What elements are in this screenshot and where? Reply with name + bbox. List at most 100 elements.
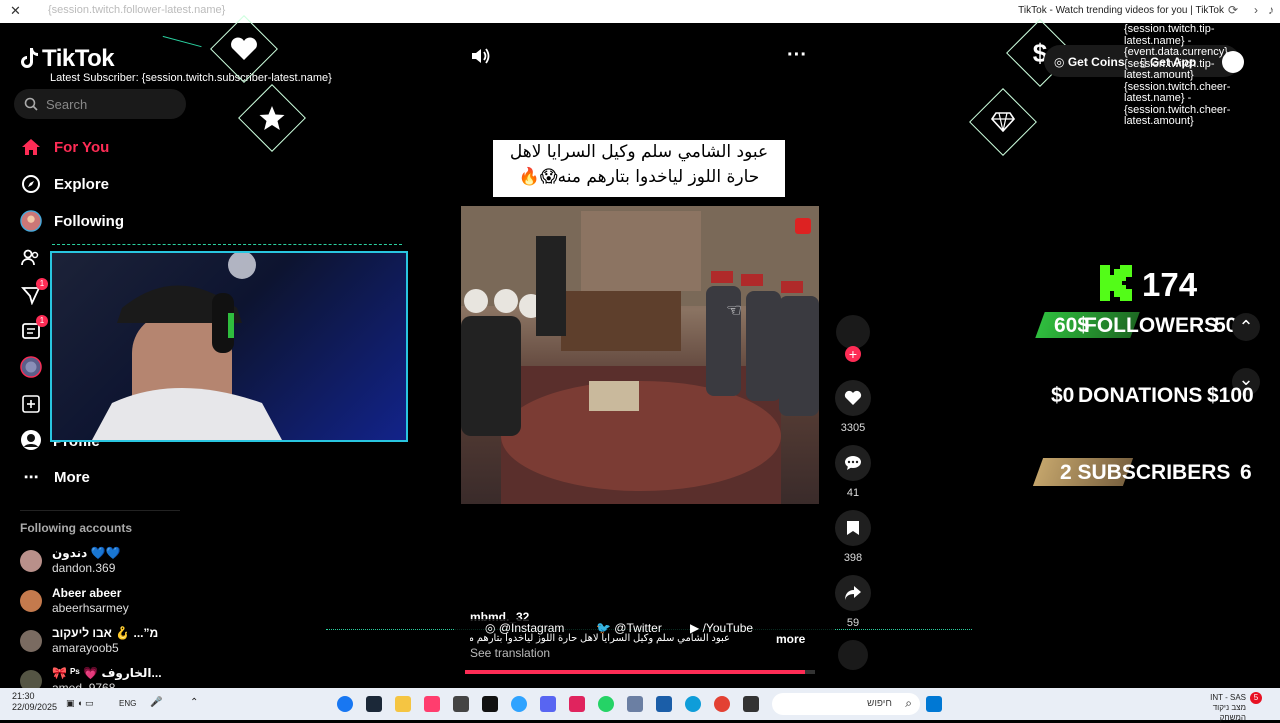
tip-line: latest.amount} (1124, 115, 1194, 127)
nav-label: Following (54, 212, 124, 230)
like-count: 3305 (840, 422, 866, 434)
app-icon[interactable] (424, 696, 440, 712)
windows-start-icon[interactable] (926, 696, 942, 712)
account-name: Abeer abeer (52, 586, 122, 600)
search-placeholder: Search (46, 97, 88, 112)
notification-badge[interactable]: 5 (1250, 692, 1262, 704)
video-caption-box: عبود الشامي سلم وكيل السرايا لاهل حارة ا… (493, 140, 785, 197)
overlay-line (162, 35, 202, 49)
share-icon (845, 586, 861, 600)
messages-icon[interactable]: 1 (20, 278, 48, 306)
edge-icon[interactable] (685, 696, 701, 712)
video-frame (461, 206, 819, 504)
whatsapp-icon[interactable] (598, 696, 614, 712)
inbox-badge: 1 (36, 315, 48, 327)
volume-icon[interactable] (470, 46, 492, 71)
taskbar-search[interactable]: חיפוש ⌕ (772, 693, 920, 715)
comment-button[interactable]: 41 (833, 445, 873, 499)
steam-icon[interactable] (366, 696, 382, 712)
like-button[interactable]: 3305 (833, 380, 873, 434)
music-disc-icon[interactable] (838, 640, 868, 670)
comment-count: 41 (846, 487, 860, 499)
store-icon[interactable] (656, 696, 672, 712)
video-description: عبود الشامي سلم وكيل السرايا لاهل حارة ا… (470, 633, 730, 644)
mouse-cursor-icon: ☜ (726, 300, 743, 320)
adobe-icon[interactable] (569, 696, 585, 712)
home-icon (20, 136, 42, 158)
save-button[interactable]: 398 (833, 510, 873, 564)
forward-icon[interactable]: › (1254, 3, 1258, 17)
tiktok-logo-icon (21, 48, 38, 68)
follow-plus-icon[interactable]: + (845, 346, 861, 362)
mic-icon[interactable]: 🎤 (150, 697, 162, 708)
obs-icon[interactable] (453, 696, 469, 712)
clock-time: 21:30 (12, 691, 35, 701)
share-count: 59 (846, 617, 860, 629)
tiktok-favicon-icon: ♪ (1268, 3, 1274, 17)
tip-line: {event.data.currency} (1124, 46, 1228, 58)
creator-avatar[interactable] (836, 315, 870, 349)
video-player[interactable] (461, 206, 819, 504)
following-avatar-icon (20, 210, 42, 232)
overlay-ghost-text: {session.twitch.follower-latest.name} (48, 4, 226, 16)
search-input[interactable]: Search (14, 89, 186, 119)
file-explorer-icon[interactable] (395, 696, 411, 712)
donations-label: DONATIONS (1078, 384, 1203, 407)
refresh-app-icon[interactable] (511, 696, 527, 712)
sidebar-divider (20, 510, 180, 511)
subscribers-label: 2 SUBSCRIBERS (1060, 461, 1231, 484)
refresh-icon[interactable]: ⟳ (1228, 3, 1238, 17)
tip-cheer-overlay: {session.twitch.tip- latest.name} - {eve… (1124, 23, 1274, 128)
profile-icon[interactable] (20, 429, 42, 451)
terminal-icon[interactable] (743, 696, 759, 712)
discord-icon[interactable] (540, 696, 556, 712)
inbox-icon[interactable]: 1 (20, 315, 48, 343)
nav-label: More (54, 468, 90, 486)
subscribers-goal: 6 (1240, 461, 1252, 484)
scroll-up-button[interactable]: ⌃ (1232, 313, 1260, 341)
friends-icon[interactable] (20, 247, 42, 269)
star-diamond-badge (238, 84, 306, 152)
bookmark-icon (847, 521, 859, 535)
calculator-icon[interactable] (627, 696, 643, 712)
nav-for-you[interactable]: For You (20, 133, 109, 161)
account-name: دندون 💙💙 (52, 546, 121, 560)
tiktok-logo[interactable]: TikTok (20, 45, 115, 73)
more-dots-icon: ⋯ (23, 469, 39, 486)
close-tab-icon[interactable]: ✕ (10, 3, 21, 19)
search-icon (24, 97, 38, 111)
more-options-icon[interactable]: ··· (787, 44, 807, 67)
logo-text: TikTok (42, 45, 115, 72)
account-handle: amarayoob5 (52, 641, 119, 655)
avatar (20, 630, 42, 652)
facebook-icon[interactable] (337, 696, 353, 712)
avatar (20, 550, 42, 572)
video-progress-track[interactable] (465, 670, 815, 674)
get-coins-button[interactable]: ◎ Get Coins (1054, 55, 1125, 69)
comment-icon (845, 456, 861, 470)
share-button[interactable]: 59 (833, 575, 873, 629)
upload-icon[interactable] (20, 393, 42, 415)
browser-top-bar: ✕ {session.twitch.follower-latest.name} … (0, 0, 1280, 23)
caption-line-1: عبود الشامي سلم وكيل السرايا لاهل (509, 142, 769, 162)
tray-lang-text: INT - SAS (1210, 693, 1246, 702)
more-link[interactable]: more (776, 632, 805, 646)
nav-explore[interactable]: Explore (20, 170, 109, 198)
chevron-up-icon[interactable]: ⌃ (190, 697, 198, 708)
clock-date: 22/09/2025 (12, 702, 58, 712)
input-language[interactable]: ENG (119, 699, 136, 708)
tray-status[interactable]: INT - SAS מצב ניקוד המשחק (1188, 693, 1246, 723)
tiktok-taskbar-icon[interactable] (482, 696, 498, 712)
search-icon: ⌕ (905, 696, 912, 710)
tip-line: latest.name} - (1124, 92, 1192, 104)
live-avatar-icon[interactable] (20, 356, 42, 378)
chrome-icon[interactable] (714, 696, 730, 712)
see-translation-link[interactable]: See translation (470, 646, 550, 660)
nav-more[interactable]: ⋯ More (20, 463, 90, 491)
webcam-top-dash (52, 244, 402, 246)
nav-following[interactable]: Following (20, 207, 124, 235)
tray-icons[interactable]: ▣ ◖ ▭ (66, 698, 93, 709)
kick-logo-icon (1100, 265, 1132, 306)
window-title: TikTok - Watch trending videos for you |… (1018, 5, 1224, 16)
clock[interactable]: 21:30 22/09/2025 (12, 691, 57, 713)
